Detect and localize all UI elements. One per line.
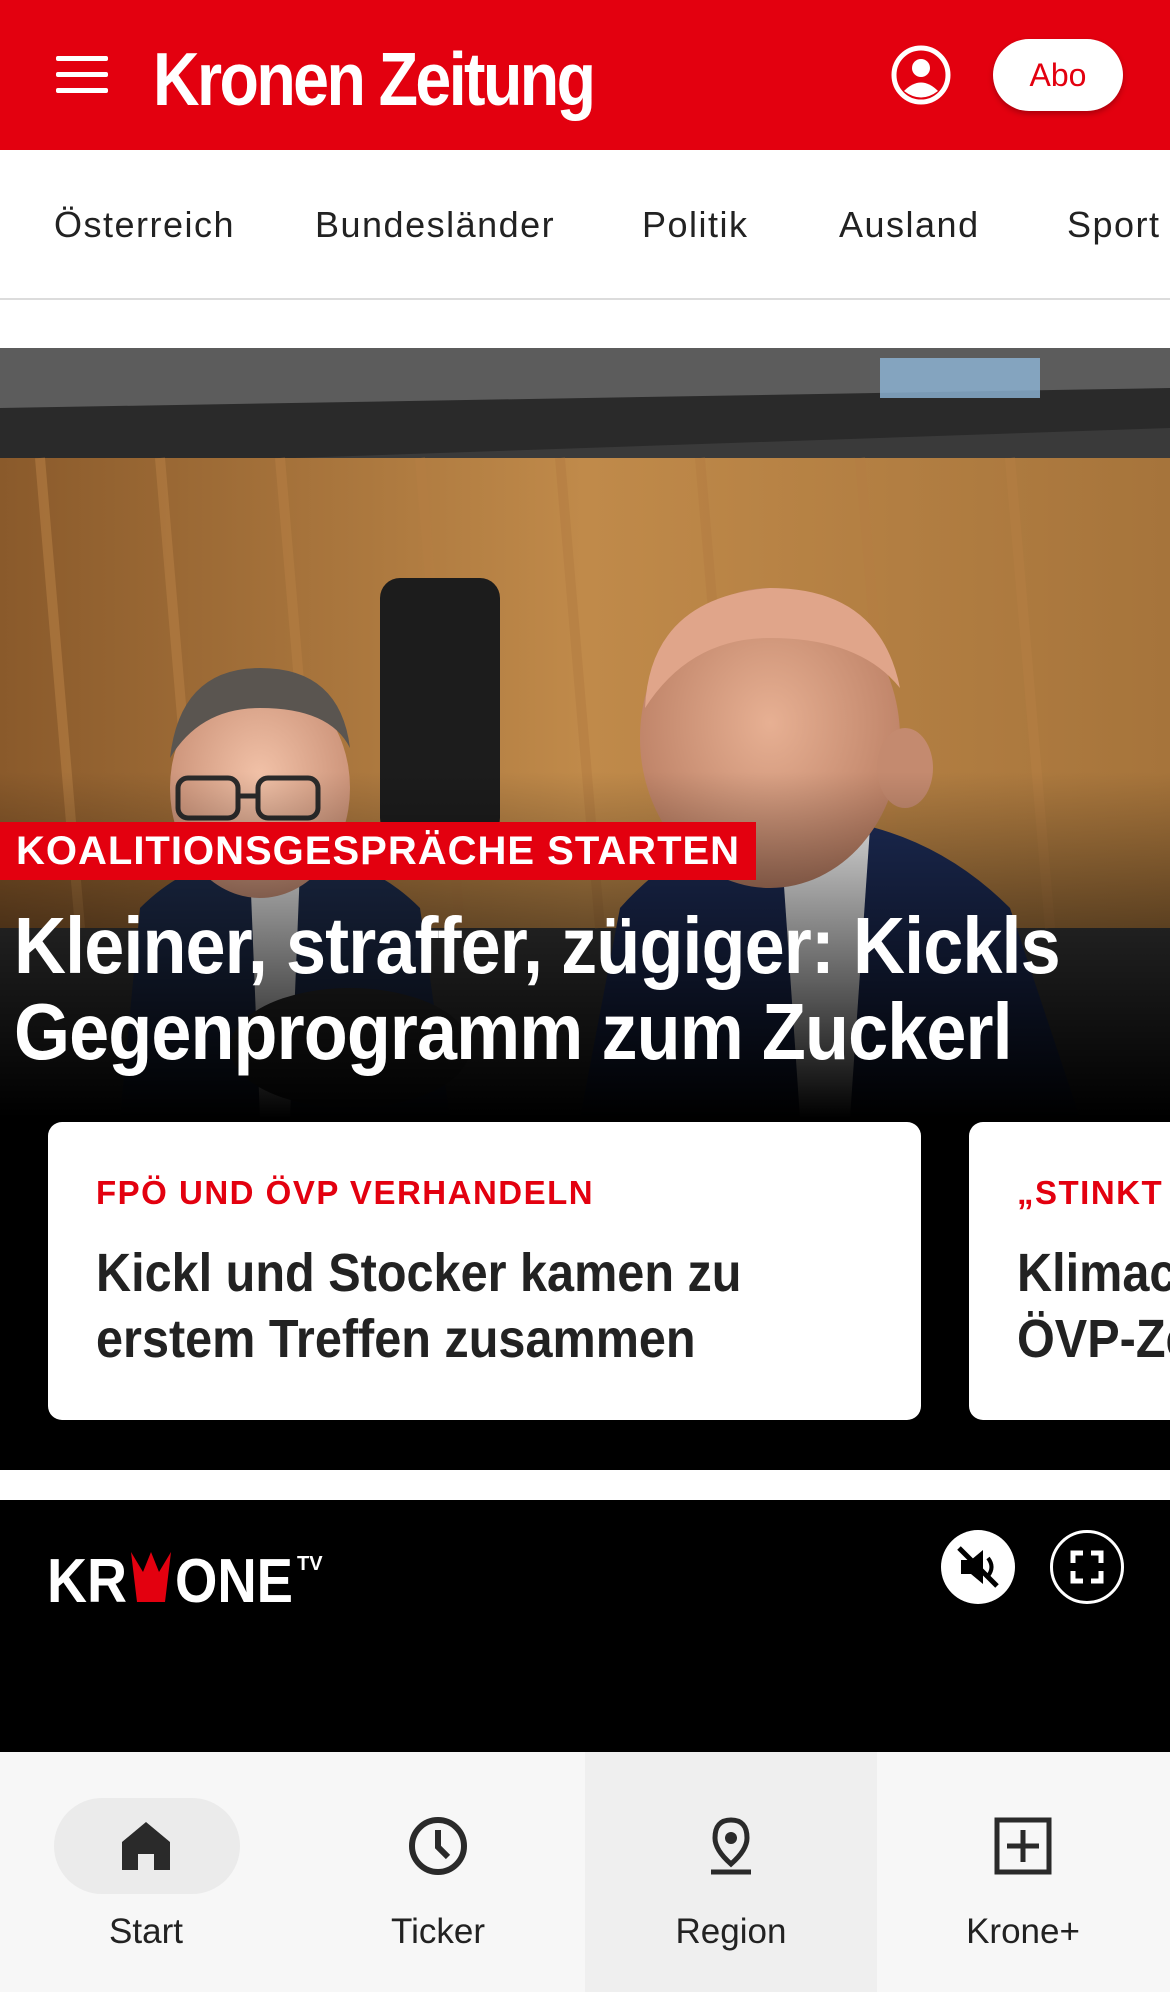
- category-bundeslaender[interactable]: Bundesländer: [315, 200, 555, 250]
- top-bar: Kronen Zeitung Abo: [0, 0, 1170, 150]
- nav-region-label: Region: [675, 1912, 787, 1951]
- teaser-card-kicker: FPÖ UND ÖVP VERHANDELN: [96, 1174, 595, 1211]
- teaser-card[interactable]: FPÖ UND ÖVP VERHANDELN Kickl und Stocker…: [48, 1122, 921, 1420]
- hero-headline[interactable]: Kleiner, straffer, zügiger: Kickls Gegen…: [14, 903, 1170, 1075]
- teaser-card-title: Kickl und Stocker kamen zu erstem Treffe…: [96, 1240, 906, 1372]
- teaser-card-kicker: „STINKT: [1017, 1174, 1164, 1211]
- clock-icon: [409, 1817, 467, 1875]
- svg-text:TV: TV: [297, 1553, 323, 1575]
- nav-ticker[interactable]: Ticker: [292, 1752, 584, 1992]
- teaser-card[interactable]: „STINKT Klimac ÖVP-Ze: [969, 1122, 1170, 1420]
- mute-button[interactable]: [941, 1530, 1015, 1604]
- svg-text:ONE: ONE: [175, 1547, 293, 1612]
- menu-icon[interactable]: [50, 50, 120, 100]
- hero-headline-line1: Kleiner, straffer, zügiger: Kickls: [14, 901, 1061, 990]
- mute-icon: [957, 1546, 999, 1588]
- abo-button[interactable]: Abo: [993, 39, 1123, 111]
- nav-start-label: Start: [109, 1912, 183, 1951]
- teaser-card-title-line1: Klimac: [1017, 1243, 1170, 1303]
- category-ausland[interactable]: Ausland: [839, 200, 980, 250]
- fullscreen-button[interactable]: [1050, 1530, 1124, 1604]
- category-sport[interactable]: Sport: [1067, 200, 1161, 250]
- fullscreen-icon: [1070, 1550, 1104, 1584]
- nav-region[interactable]: Region: [585, 1752, 877, 1992]
- location-pin-icon: [711, 1817, 751, 1875]
- bottom-nav: Start Ticker Region Krone+: [0, 1752, 1170, 1992]
- plus-box-icon: [994, 1817, 1052, 1875]
- category-politik[interactable]: Politik: [642, 200, 749, 250]
- hero-section: KOALITIONSGESPRÄCHE STARTEN Kleiner, str…: [0, 348, 1170, 1470]
- nav-krone-plus[interactable]: Krone+: [877, 1752, 1169, 1992]
- svg-text:KR: KR: [47, 1547, 127, 1612]
- hero-headline-line2: Gegenprogramm zum Zuckerl: [14, 987, 1013, 1076]
- category-oesterreich[interactable]: Österreich: [54, 200, 235, 250]
- nav-start[interactable]: Start: [0, 1752, 292, 1992]
- category-nav: Österreich Bundesländer Politik Ausland …: [0, 150, 1170, 300]
- home-icon: [122, 1822, 170, 1870]
- krone-tv-player[interactable]: KR ONE TV: [0, 1500, 1170, 1752]
- nav-ticker-label: Ticker: [391, 1912, 485, 1951]
- teaser-card-title-line2: ÖVP-Ze: [1017, 1309, 1170, 1369]
- krone-tv-logo: KR ONE TV: [47, 1547, 323, 1612]
- nav-krone-plus-label: Krone+: [966, 1912, 1080, 1951]
- user-account-icon[interactable]: [890, 44, 952, 106]
- teaser-card-title-line1: Kickl und Stocker kamen zu: [96, 1243, 742, 1303]
- site-logo[interactable]: Kronen Zeitung: [153, 34, 596, 124]
- teaser-card-title: Klimac ÖVP-Ze: [1017, 1240, 1170, 1372]
- hero-kicker: KOALITIONSGESPRÄCHE STARTEN: [0, 822, 757, 880]
- teaser-card-title-line2: erstem Treffen zusammen: [96, 1309, 696, 1369]
